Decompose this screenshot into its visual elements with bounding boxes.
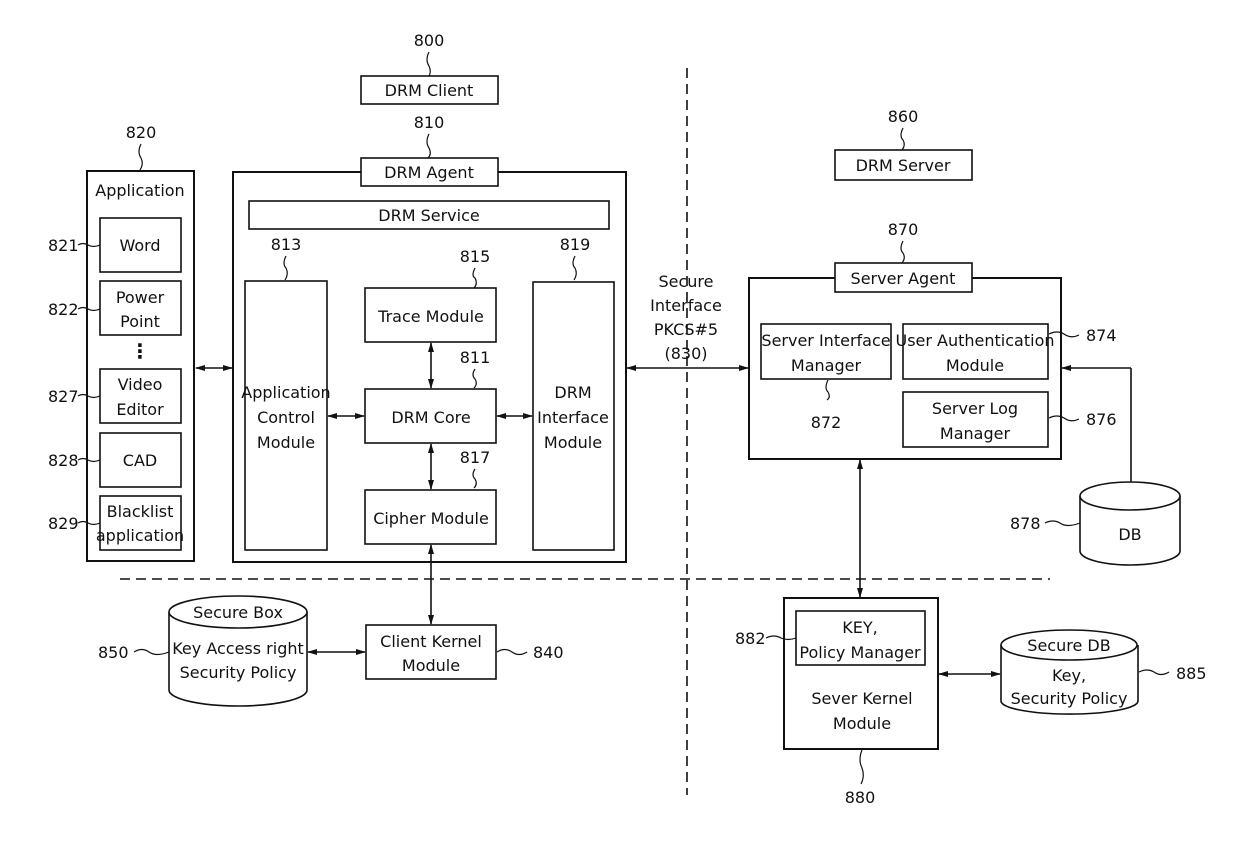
svg-text:Manager: Manager: [791, 356, 862, 375]
svg-text:Manager: Manager: [940, 424, 1011, 443]
ref-810: 810: [414, 113, 445, 132]
svg-text:Policy Manager: Policy Manager: [799, 643, 921, 662]
ref-813: 813: [271, 235, 302, 254]
svg-text:Power: Power: [116, 288, 165, 307]
svg-text:(830): (830): [664, 344, 707, 363]
ref-870: 870: [888, 220, 919, 239]
drm-client-title: DRM Client: [385, 81, 474, 100]
ref-811: 811: [460, 348, 491, 367]
svg-text:Module: Module: [544, 433, 602, 452]
ref-820: 820: [126, 123, 157, 142]
application-title: Application: [95, 181, 184, 200]
svg-text:Module: Module: [402, 656, 460, 675]
ref-885: 885: [1176, 664, 1207, 683]
ref-878: 878: [1010, 514, 1041, 533]
ref-850: 850: [98, 643, 129, 662]
ref-840: 840: [533, 643, 564, 662]
drm-server-title: DRM Server: [856, 156, 951, 175]
secure-db-title: Secure DB: [1027, 636, 1110, 655]
app-item-blacklist: Blacklist application 829: [48, 495, 184, 551]
svg-text:Trace Module: Trace Module: [377, 307, 484, 326]
svg-text:User Authentication: User Authentication: [895, 331, 1054, 350]
ref-828: 828: [48, 451, 79, 470]
svg-text:Point: Point: [120, 312, 160, 331]
svg-text:Cipher Module: Cipher Module: [373, 509, 489, 528]
secure-interface: Secure Interface PKCS#5 (830): [626, 272, 749, 371]
svg-text:Interface: Interface: [537, 408, 609, 427]
svg-text:Blacklist: Blacklist: [107, 502, 174, 521]
svg-text:DRM: DRM: [554, 383, 591, 402]
app-item-powerpoint: Power Point 822: [48, 280, 182, 336]
svg-text:Sever Kernel: Sever Kernel: [811, 689, 912, 708]
ref-822: 822: [48, 300, 79, 319]
svg-text:CAD: CAD: [123, 451, 157, 470]
svg-text:PKCS#5: PKCS#5: [654, 320, 718, 339]
ref-860: 860: [888, 107, 919, 126]
svg-text:Secure: Secure: [658, 272, 713, 291]
ref-815: 815: [460, 247, 491, 266]
ref-827: 827: [48, 387, 79, 406]
svg-text:Key,: Key,: [1052, 666, 1086, 685]
svg-text:Word: Word: [119, 236, 160, 255]
app-item-video-editor: Video Editor 827: [48, 368, 182, 424]
db-label: DB: [1118, 525, 1141, 544]
svg-text:Module: Module: [257, 433, 315, 452]
secure-box-title: Secure Box: [193, 603, 283, 622]
ref-876: 876: [1086, 410, 1117, 429]
ref-872: 872: [811, 413, 842, 432]
drm-server-group: 860 DRM Server: [834, 107, 973, 181]
drm-architecture-diagram: 800 DRM Client 820 Application Word 821 …: [48, 31, 1207, 807]
ref-829: 829: [48, 514, 79, 533]
svg-text:Server Log: Server Log: [932, 399, 1018, 418]
secure-db-cylinder: Secure DB Key, Security Policy 885: [1000, 629, 1207, 715]
server-kernel-group: KEY, Policy Manager 882 Sever Kernel Mod…: [735, 597, 939, 807]
svg-text:DRM Core: DRM Core: [391, 408, 470, 427]
ref-817: 817: [460, 448, 491, 467]
db-cylinder: DB 878: [1010, 481, 1181, 566]
svg-text:Application: Application: [241, 383, 330, 402]
ref-882: 882: [735, 629, 766, 648]
server-agent-title: Server Agent: [851, 269, 956, 288]
svg-text:Security Policy: Security Policy: [1011, 689, 1128, 708]
app-item-word: Word 821: [48, 217, 182, 273]
svg-text:Module: Module: [833, 714, 891, 733]
ref-800: 800: [414, 31, 445, 50]
svg-text:Key Access right: Key Access right: [172, 639, 304, 658]
svg-text:Video: Video: [118, 375, 163, 394]
ref-821: 821: [48, 236, 79, 255]
svg-text:Module: Module: [946, 356, 1004, 375]
svg-text:Editor: Editor: [116, 400, 164, 419]
drm-service-label: DRM Service: [378, 206, 479, 225]
ref-819: 819: [560, 235, 591, 254]
svg-text:Client Kernel: Client Kernel: [380, 632, 482, 651]
client-kernel-group: Client Kernel Module 840: [365, 624, 564, 680]
more-items-ellipsis: ⋮: [130, 339, 150, 363]
svg-text:Interface: Interface: [650, 296, 722, 315]
drm-agent-title: DRM Agent: [384, 163, 474, 182]
svg-text:KEY,: KEY,: [842, 618, 877, 637]
ref-880: 880: [845, 788, 876, 807]
svg-text:application: application: [96, 526, 184, 545]
secure-box-cylinder: Secure Box Key Access right Security Pol…: [98, 595, 308, 707]
drm-client-group: 800 DRM Client: [360, 31, 499, 105]
server-agent-group: 870 Server Agent Server Interface Manage…: [748, 220, 1117, 460]
drm-agent-group: 810 DRM Agent DRM Service 813 Applicatio…: [232, 113, 627, 563]
svg-text:Security Policy: Security Policy: [180, 663, 297, 682]
ref-874: 874: [1086, 326, 1117, 345]
application-group: 820 Application Word 821 Power Point 822…: [48, 123, 195, 562]
svg-text:Server Interface: Server Interface: [761, 331, 890, 350]
app-item-cad: CAD 828: [48, 432, 182, 488]
svg-text:Control: Control: [257, 408, 315, 427]
